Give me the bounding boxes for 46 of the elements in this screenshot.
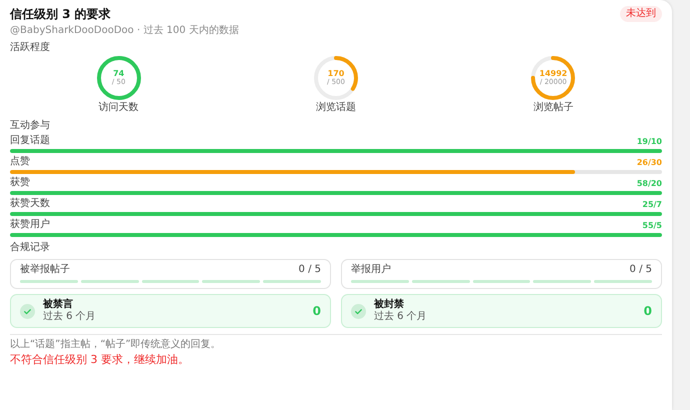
metric-label: 获赞天数 — [10, 198, 50, 210]
section-heading: 互动参与 — [10, 120, 51, 132]
subtitle: @BabySharkDooDooDoo · 过去 100 天内的数据 — [10, 25, 240, 37]
metric-label: 点赞 — [10, 156, 30, 168]
check-icon — [20, 304, 35, 318]
progress-segment — [472, 280, 530, 283]
progress-segment — [263, 280, 321, 283]
ring-value: 14992 — [539, 70, 568, 78]
metric-label: 获赞用户 — [10, 219, 50, 231]
ring-label: 访问天数 — [98, 102, 139, 114]
progress-segment — [351, 280, 409, 283]
section-heading: 合规记录 — [10, 242, 51, 254]
metric-reading: 26/30 — [636, 158, 662, 168]
report-reading: 0 / 5 — [630, 264, 652, 276]
metric-reading: 19/10 — [636, 137, 662, 147]
metric-reading: 55/5 — [642, 221, 662, 231]
penalty-count: 0 — [312, 304, 321, 318]
footnote: 以上“话题”指主帖，“帖子”即传统意义的回复。 — [10, 339, 222, 351]
penalty-title: 被封禁 — [374, 299, 405, 310]
section-heading: 活跃程度 — [10, 42, 51, 54]
progress-segment — [142, 280, 200, 283]
progress-segment — [20, 280, 78, 283]
penalty-title: 被禁言 — [43, 299, 74, 310]
metric-reading: 58/20 — [636, 179, 662, 189]
progress-segment — [533, 280, 592, 283]
progress-segment — [202, 280, 260, 283]
report-reading: 0 / 5 — [298, 264, 321, 276]
penalty-period: 过去 6 个月 — [43, 311, 97, 323]
progress-segment — [594, 280, 652, 283]
metric-label: 回复话题 — [10, 135, 50, 147]
ring-label: 浏览话题 — [316, 102, 356, 114]
report-label: 被举报帖子 — [20, 264, 70, 276]
progress-segment — [412, 280, 470, 283]
penalty-period: 过去 6 个月 — [374, 311, 428, 323]
check-icon — [351, 304, 366, 318]
ring-value: 170 — [328, 70, 344, 78]
ring-value: 74 — [113, 70, 124, 78]
report-label: 举报用户 — [351, 264, 391, 276]
status-badge: 未达到 — [620, 6, 662, 22]
metric-reading: 25/7 — [642, 200, 662, 210]
progress-segment — [80, 280, 139, 283]
page-title: 信任级别 3 的要求 — [10, 6, 111, 22]
penalty-count: 0 — [644, 304, 652, 318]
metric-label: 获赞 — [10, 177, 30, 189]
ring-label: 浏览帖子 — [533, 102, 574, 114]
verdict-text: 不符合信任级别 3 要求，继续加油。 — [10, 353, 190, 366]
